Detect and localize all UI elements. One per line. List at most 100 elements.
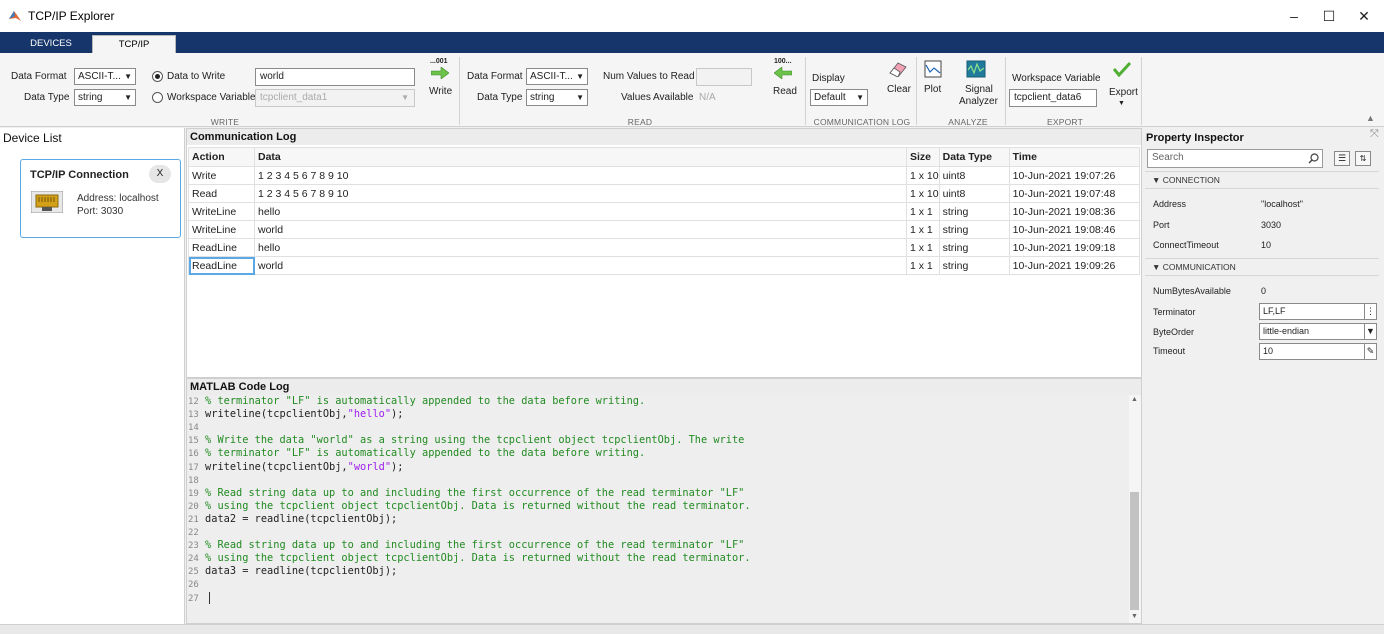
table-row[interactable]: Write 1 2 3 4 5 6 7 8 9 10 1 x 10 uint8 10-J… — [188, 166, 1141, 185]
column-header-time[interactable]: Time — [1008, 147, 1141, 167]
cell-time[interactable]: 10-Jun-2021 19:07:26 — [1008, 166, 1141, 185]
edit-pencil-icon[interactable]: ✎ — [1364, 343, 1377, 360]
cell-action[interactable]: Read — [188, 184, 255, 203]
cell-size[interactable]: 1 x 1 — [906, 238, 940, 257]
tab-tcpip-explorer[interactable]: TCP/IP EXPLORER — [92, 35, 176, 68]
collapse-toolstrip-icon[interactable]: ▲ — [1366, 113, 1375, 123]
chevron-down-icon[interactable]: ▼ — [1364, 323, 1377, 340]
code-line[interactable]: 16 % terminator "LF" is automatically ap… — [188, 447, 645, 459]
read-data-type-dropdown[interactable]: string ▼ — [526, 89, 588, 106]
export-button[interactable]: Export ▼ — [1107, 59, 1138, 115]
connection-section-header[interactable]: ▼ CONNECTION — [1145, 171, 1379, 189]
cell-data[interactable]: hello — [254, 202, 907, 221]
cell-size[interactable]: 1 x 1 — [906, 256, 940, 275]
cell-data-type[interactable]: string — [938, 220, 1010, 239]
timeout-field[interactable]: 10 — [1259, 343, 1365, 360]
byte-order-dropdown[interactable]: little-endian — [1259, 323, 1365, 340]
table-row[interactable]: ReadLine world 1 x 1 string 10-Jun-2021 19:0… — [188, 256, 1141, 275]
code-line[interactable]: 15 % Write the data "world" as a string … — [188, 434, 744, 446]
cell-data[interactable]: hello — [254, 238, 907, 257]
cell-data-type[interactable]: uint8 — [938, 184, 1010, 203]
matlab-logo-icon — [9, 11, 21, 21]
terminator-field[interactable]: LF,LF — [1259, 303, 1365, 320]
list-view-icon[interactable]: ☰ — [1334, 151, 1350, 166]
cell-time[interactable]: 10-Jun-2021 19:07:48 — [1008, 184, 1141, 203]
code-line[interactable]: 27 — [188, 591, 217, 604]
write-data-format-dropdown[interactable]: ASCII-T... ▼ — [74, 68, 136, 85]
code-line[interactable]: 20 % using the tcpclient object tcpclien… — [188, 500, 751, 512]
table-row[interactable]: ReadLine hello 1 x 1 string 10-Jun-2021 19:0… — [188, 238, 1141, 257]
cell-data-type[interactable]: uint8 — [938, 166, 1010, 185]
data-to-write-input[interactable]: world — [255, 68, 415, 86]
code-line[interactable]: 25 data3 = readline(tcpclientObj); — [188, 565, 397, 577]
cell-action[interactable]: WriteLine — [188, 220, 255, 239]
cell-data[interactable]: world — [254, 256, 907, 275]
code-line[interactable]: 26 — [188, 578, 205, 590]
data-to-write-radio[interactable] — [152, 71, 163, 82]
maximize-button[interactable]: ☐ — [1315, 6, 1343, 26]
code-line[interactable]: 19 % Read string data up to and includin… — [188, 487, 744, 499]
cell-action[interactable]: Write — [188, 166, 255, 185]
plot-button[interactable]: Plot — [920, 59, 948, 105]
communication-log-table[interactable]: Action Data Size Data Type Time Write 1 2… — [188, 147, 1141, 275]
workspace-variable-radio[interactable] — [152, 92, 163, 103]
cell-size[interactable]: 1 x 1 — [906, 202, 940, 221]
cell-time[interactable]: 10-Jun-2021 19:08:36 — [1008, 202, 1141, 221]
signal-analyzer-button[interactable]: Signal Analyzer — [952, 59, 1002, 119]
code-line[interactable]: 23 % Read string data up to and includin… — [188, 539, 744, 551]
close-window-button[interactable]: ✕ — [1350, 6, 1378, 26]
code-line[interactable]: 17 writeline(tcpclientObj,"world"); — [188, 461, 403, 473]
table-row[interactable]: Read 1 2 3 4 5 6 7 8 9 10 1 x 10 uint8 10-Ju… — [188, 184, 1141, 203]
display-dropdown[interactable]: Default ▼ — [810, 89, 868, 106]
cell-time[interactable]: 10-Jun-2021 19:08:46 — [1008, 220, 1141, 239]
scroll-down-icon[interactable]: ▼ — [1131, 613, 1138, 620]
cell-data-type[interactable]: string — [938, 238, 1010, 257]
cell-action[interactable]: WriteLine — [188, 202, 255, 221]
code-line[interactable]: 24 % using the tcpclient object tcpclien… — [188, 552, 751, 564]
table-row[interactable]: WriteLine world 1 x 1 string 10-Jun-2021 19:… — [188, 220, 1141, 239]
write-button[interactable]: ...001 Write — [425, 58, 455, 110]
tab-devices[interactable]: DEVICES — [20, 35, 82, 53]
communication-section-header[interactable]: ▼ COMMUNICATION — [1145, 258, 1379, 276]
scrollbar-thumb[interactable] — [1130, 492, 1139, 610]
property-search-input[interactable]: Search — [1147, 149, 1323, 168]
cell-data-type[interactable]: string — [938, 256, 1010, 275]
cell-size[interactable]: 1 x 1 — [906, 220, 940, 239]
cell-data-type[interactable]: string — [938, 202, 1010, 221]
cell-time[interactable]: 10-Jun-2021 19:09:18 — [1008, 238, 1141, 257]
export-workspace-variable-input[interactable]: tcpclient_data6 — [1009, 89, 1097, 107]
column-header-data[interactable]: Data — [254, 147, 907, 167]
num-values-input[interactable] — [696, 68, 752, 86]
terminator-more-button[interactable]: ⋮ — [1364, 303, 1377, 320]
cell-data[interactable]: 1 2 3 4 5 6 7 8 9 10 — [254, 184, 907, 203]
cell-size[interactable]: 1 x 10 — [906, 184, 940, 203]
code-line[interactable]: 22 — [188, 526, 205, 538]
sort-alphabetical-icon[interactable]: ⇅ — [1355, 151, 1371, 166]
code-log-scrollbar[interactable]: ▲ ▼ — [1129, 395, 1141, 623]
read-data-format-dropdown[interactable]: ASCII-T... ▼ — [526, 68, 588, 85]
code-line[interactable]: 12 % terminator "LF" is automatically ap… — [188, 395, 645, 407]
table-row[interactable]: WriteLine hello 1 x 1 string 10-Jun-2021 19:… — [188, 202, 1141, 221]
column-header-data-type[interactable]: Data Type — [938, 147, 1010, 167]
remove-device-button[interactable]: X — [149, 165, 171, 183]
cell-action[interactable]: ReadLine — [188, 238, 255, 257]
column-header-size[interactable]: Size — [906, 147, 940, 167]
code-line[interactable]: 18 — [188, 474, 205, 486]
minimize-button[interactable]: – — [1280, 6, 1308, 26]
code-line[interactable]: 21 data2 = readline(tcpclientObj); — [188, 513, 397, 525]
scroll-up-icon[interactable]: ▲ — [1131, 396, 1138, 403]
code-line[interactable]: 14 — [188, 421, 205, 433]
cell-time[interactable]: 10-Jun-2021 19:09:26 — [1008, 256, 1141, 275]
cell-data[interactable]: 1 2 3 4 5 6 7 8 9 10 — [254, 166, 907, 185]
cell-action[interactable]: ReadLine — [188, 256, 255, 275]
column-header-action[interactable]: Action — [188, 147, 255, 167]
device-card-tcpip[interactable]: TCP/IP Connection X Address: localhost P… — [20, 159, 181, 238]
cell-size[interactable]: 1 x 10 — [906, 166, 940, 185]
expand-icon[interactable]: ⤧ — [1370, 128, 1379, 141]
write-workspace-variable-dropdown[interactable]: tcpclient_data1 ▼ — [255, 89, 415, 107]
clear-button[interactable]: Clear — [883, 59, 913, 105]
read-button[interactable]: 100... Read — [768, 58, 800, 110]
cell-data[interactable]: world — [254, 220, 907, 239]
code-line[interactable]: 13 writeline(tcpclientObj,"hello"); — [188, 408, 403, 420]
write-data-type-dropdown[interactable]: string ▼ — [74, 89, 136, 106]
